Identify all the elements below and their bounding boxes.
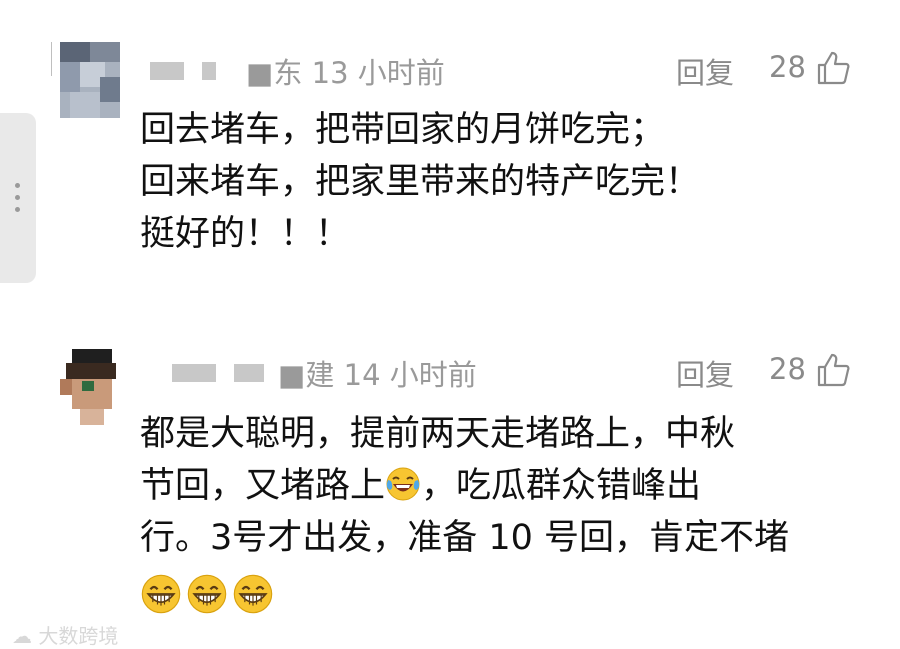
avatar[interactable] bbox=[60, 349, 120, 425]
comment-line: 回来堵车，把家里带来的特产吃完！ bbox=[140, 162, 701, 202]
reply-button[interactable]: 回复 bbox=[676, 50, 734, 92]
grinning-face-icon bbox=[187, 574, 227, 614]
comment-text: 回去堵车，把带回家的月饼吃完； 回来堵车，把家里带来的特产吃完！ 挺好的！！！ bbox=[140, 104, 860, 260]
watermark-logo-icon: ☁ bbox=[12, 624, 32, 648]
blurred-username bbox=[150, 62, 184, 80]
avatar[interactable] bbox=[60, 42, 120, 118]
reply-button[interactable]: 回复 bbox=[676, 352, 734, 394]
watermark-text: 大数跨境 bbox=[38, 624, 119, 648]
comment-line: 挺好的！！！ bbox=[140, 214, 351, 254]
thread-line bbox=[51, 42, 52, 76]
thumbs-up-icon[interactable] bbox=[815, 352, 851, 388]
emoji-row bbox=[140, 573, 278, 615]
comment-line: 回去堵车，把带回家的月饼吃完； bbox=[140, 110, 666, 150]
comment-fragment: ，吃瓜群众错峰出 bbox=[421, 466, 702, 506]
blurred-username bbox=[172, 364, 216, 382]
comment-fragment: 节回，又堵路上 bbox=[140, 466, 386, 506]
like-count: 28 bbox=[769, 50, 806, 84]
comment-line: 行。3号才出发，准备 10 号回，肯定不堵 bbox=[140, 518, 790, 558]
more-dots-icon bbox=[15, 195, 20, 200]
side-drawer-handle[interactable] bbox=[0, 113, 36, 283]
more-dots-icon bbox=[15, 183, 20, 188]
location-time: ■东 13 小时前 bbox=[246, 56, 445, 90]
like-count: 28 bbox=[769, 352, 806, 386]
blurred-username bbox=[202, 62, 216, 80]
location-time: ■建 14 小时前 bbox=[278, 358, 477, 392]
grinning-face-icon bbox=[141, 574, 181, 614]
comment-line: 节回，又堵路上 ，吃瓜群众错峰出 bbox=[140, 460, 860, 512]
laughing-with-tears-icon bbox=[386, 467, 420, 501]
comment-line: 都是大聪明，提前两天走堵路上，中秋 bbox=[140, 414, 736, 454]
comment-text: 都是大聪明，提前两天走堵路上，中秋 节回，又堵路上 ，吃瓜群众错峰出 行。3号才… bbox=[140, 408, 860, 564]
grinning-face-icon bbox=[233, 574, 273, 614]
blurred-username bbox=[234, 364, 264, 382]
thumbs-up-icon[interactable] bbox=[815, 50, 851, 86]
watermark: ☁ 大数跨境 bbox=[12, 620, 118, 649]
more-dots-icon bbox=[15, 207, 20, 212]
